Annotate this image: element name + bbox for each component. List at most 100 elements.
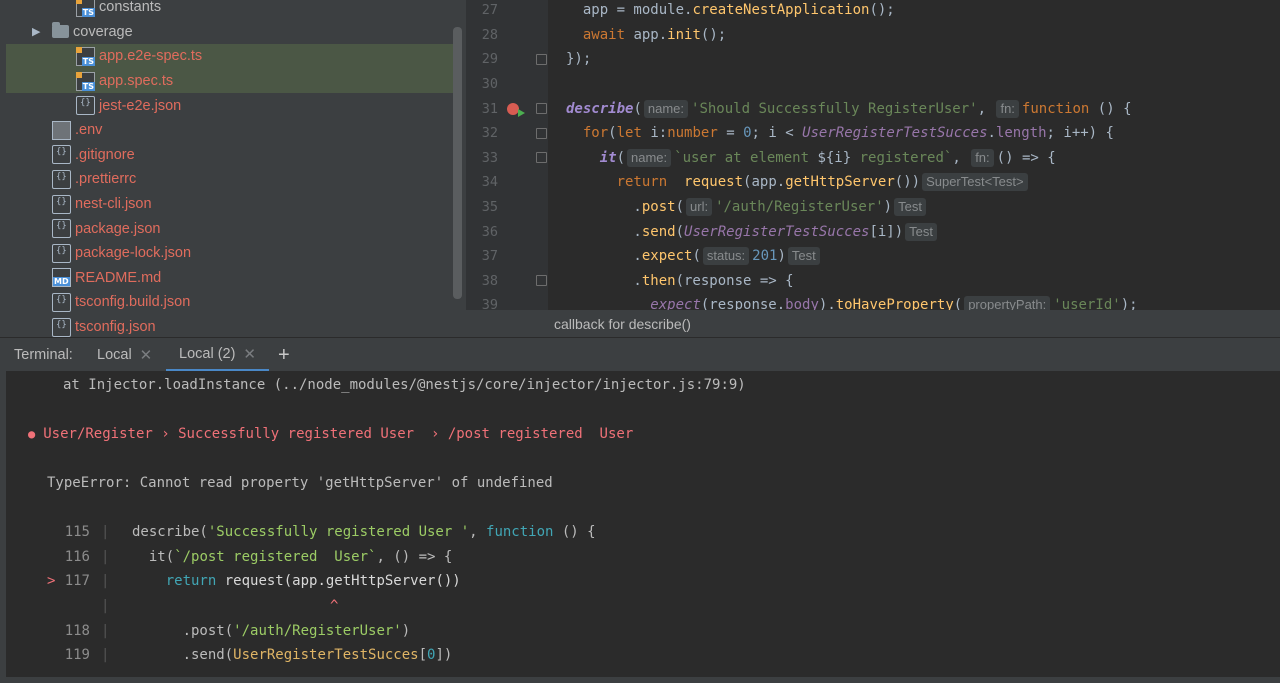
config-file-icon	[52, 145, 71, 165]
tree-item[interactable]: .gitignore	[0, 143, 466, 168]
tree-item[interactable]: ▶ coverage	[0, 20, 466, 45]
tree-item[interactable]: tsconfig.build.json	[0, 290, 466, 315]
gutter-bar: |	[101, 647, 110, 664]
line-number: 118	[64, 622, 90, 639]
ts-file-icon	[76, 0, 96, 17]
code-line[interactable]: 39 expect(response.body).toHaveProperty(…	[466, 293, 1280, 310]
line-number: 31	[481, 100, 498, 117]
tree-item[interactable]: app.spec.ts	[6, 68, 460, 94]
gutter-bar: |	[101, 524, 110, 541]
line-number: 39	[481, 297, 498, 310]
code-text: expect(response.body).toHaveProperty(pro…	[566, 296, 1138, 310]
code-editor[interactable]: 27 app = module.createNestApplication();…	[466, 0, 1280, 310]
code-text: });	[566, 51, 592, 68]
code-line[interactable]: 35 .post(url: '/auth/RegisterUser') Test	[466, 195, 1280, 220]
text-file-icon	[52, 120, 71, 140]
terminal-output[interactable]: at Injector.loadInstance (../node_module…	[0, 371, 1280, 683]
run-test-icon[interactable]	[507, 102, 525, 117]
code-line[interactable]: 34 return request(app.getHttpServer()) Su…	[466, 170, 1280, 195]
add-tab-button[interactable]: +	[278, 338, 290, 372]
code-line[interactable]: 37 .expect(status: 201) Test	[466, 244, 1280, 269]
fail-bullet-icon: ●	[28, 427, 36, 442]
terminal-side-toolbar	[0, 371, 6, 683]
close-icon[interactable]: ✕	[243, 345, 256, 363]
code-text: .post('/auth/RegisterUser')	[132, 622, 411, 639]
line-number: 35	[481, 199, 498, 216]
tree-item[interactable]: .prettierrc	[0, 167, 466, 192]
code-line[interactable]: 28 await app.init();	[466, 23, 1280, 48]
tab-local[interactable]: Local ✕	[97, 338, 152, 372]
gutter-bar: |	[101, 622, 110, 639]
gutter-bar: |	[101, 548, 110, 565]
tree-item[interactable]: package-lock.json	[0, 241, 466, 266]
json-file-icon	[52, 243, 71, 263]
tree-item[interactable]: nest-cli.json	[0, 192, 466, 217]
code-line[interactable]: 36 .send(UserRegisterTestSucces[i]) Test	[466, 219, 1280, 244]
fold-icon[interactable]	[536, 127, 547, 139]
code-line[interactable]: 38 .then(response => {	[466, 269, 1280, 294]
project-tree-panel: constants ▶ coverage app.e2e-spec.ts app.spe…	[0, 0, 466, 337]
json-file-icon	[52, 317, 71, 337]
breadcrumb-label: callback for describe()	[554, 315, 691, 332]
tree-item-label: .gitignore	[75, 146, 135, 163]
tree-item[interactable]: package.json	[0, 216, 466, 241]
bottom-tool-strip	[0, 677, 1280, 683]
close-icon[interactable]: ✕	[140, 346, 153, 364]
line-number: 37	[481, 248, 498, 265]
tree-item-label: README.md	[75, 269, 162, 286]
tree-item[interactable]: README.md	[0, 266, 466, 291]
code-text: app = module.createNestApplication();	[566, 2, 895, 19]
fold-icon[interactable]	[536, 53, 547, 65]
add-tab-icon: +	[278, 343, 290, 366]
code-line[interactable]: 27 app = module.createNestApplication();	[466, 0, 1280, 23]
line-number: 116	[64, 548, 90, 565]
line-number: 38	[481, 272, 498, 289]
line-number: 33	[481, 149, 498, 166]
error-caret: ^	[330, 598, 339, 615]
tree-item[interactable]: jest-e2e.json	[0, 93, 466, 118]
code-line[interactable]: 31 describe(name: 'Should Successfully Reg…	[466, 96, 1280, 121]
line-number: 30	[481, 76, 498, 93]
code-text: .then(response => {	[566, 272, 794, 289]
expand-arrow-icon[interactable]: ▶	[32, 25, 48, 38]
tree-item-label: package.json	[75, 220, 161, 237]
line-number: 34	[481, 174, 498, 191]
code-line[interactable]: 33 it(name: `user at element ${i} registe…	[466, 146, 1280, 171]
tab-local-2[interactable]: Local (2) ✕	[166, 338, 269, 372]
tree-item-label: tsconfig.json	[75, 319, 156, 336]
fold-icon[interactable]	[536, 103, 547, 115]
stack-trace-text: at Injector.loadInstance (../node_module…	[63, 377, 746, 394]
line-number: 115	[64, 524, 90, 541]
fold-icon[interactable]	[536, 275, 547, 287]
code-text: .send(UserRegisterTestSucces[0])	[132, 647, 453, 664]
ts-file-icon	[76, 71, 96, 91]
code-line[interactable]: 29});	[466, 47, 1280, 72]
line-number: 36	[481, 223, 498, 240]
code-text: return request(app.getHttpServer()) Super…	[566, 173, 1031, 192]
tree-item[interactable]: app.e2e-spec.ts	[6, 44, 460, 69]
tree-scrollbar[interactable]	[453, 27, 462, 299]
json-file-icon	[52, 169, 71, 189]
fold-icon[interactable]	[536, 152, 547, 164]
code-line[interactable]: 32 for(let i:number = 0; i < UserRegiste…	[466, 121, 1280, 146]
tree-item-label: constants	[99, 0, 162, 16]
gutter-bar: |	[101, 573, 110, 590]
tree-item[interactable]: .env	[0, 118, 466, 143]
code-line[interactable]: 30	[466, 72, 1280, 97]
gutter-bar: |	[101, 598, 110, 615]
line-number: 29	[481, 51, 498, 68]
terminal-line: at Injector.loadInstance (../node_module…	[63, 373, 746, 398]
tree-item-label: tsconfig.build.json	[75, 294, 191, 311]
line-number: 27	[481, 2, 498, 19]
tree-item-label: package-lock.json	[75, 245, 192, 262]
ts-file-icon	[76, 46, 96, 66]
code-text: await app.init();	[582, 26, 727, 43]
line-number: 28	[481, 26, 498, 43]
code-text: describe('Successfully registered User '…	[132, 524, 596, 541]
tree-item[interactable]: constants	[0, 0, 466, 20]
line-number: 32	[481, 125, 498, 142]
editor-breadcrumb[interactable]: callback for describe()	[466, 310, 1280, 337]
tree-item-label: app.e2e-spec.ts	[99, 48, 203, 65]
tree-item[interactable]: tsconfig.json	[0, 315, 466, 337]
code-text: it(name: `user at element ${i} registered…	[599, 148, 1056, 167]
